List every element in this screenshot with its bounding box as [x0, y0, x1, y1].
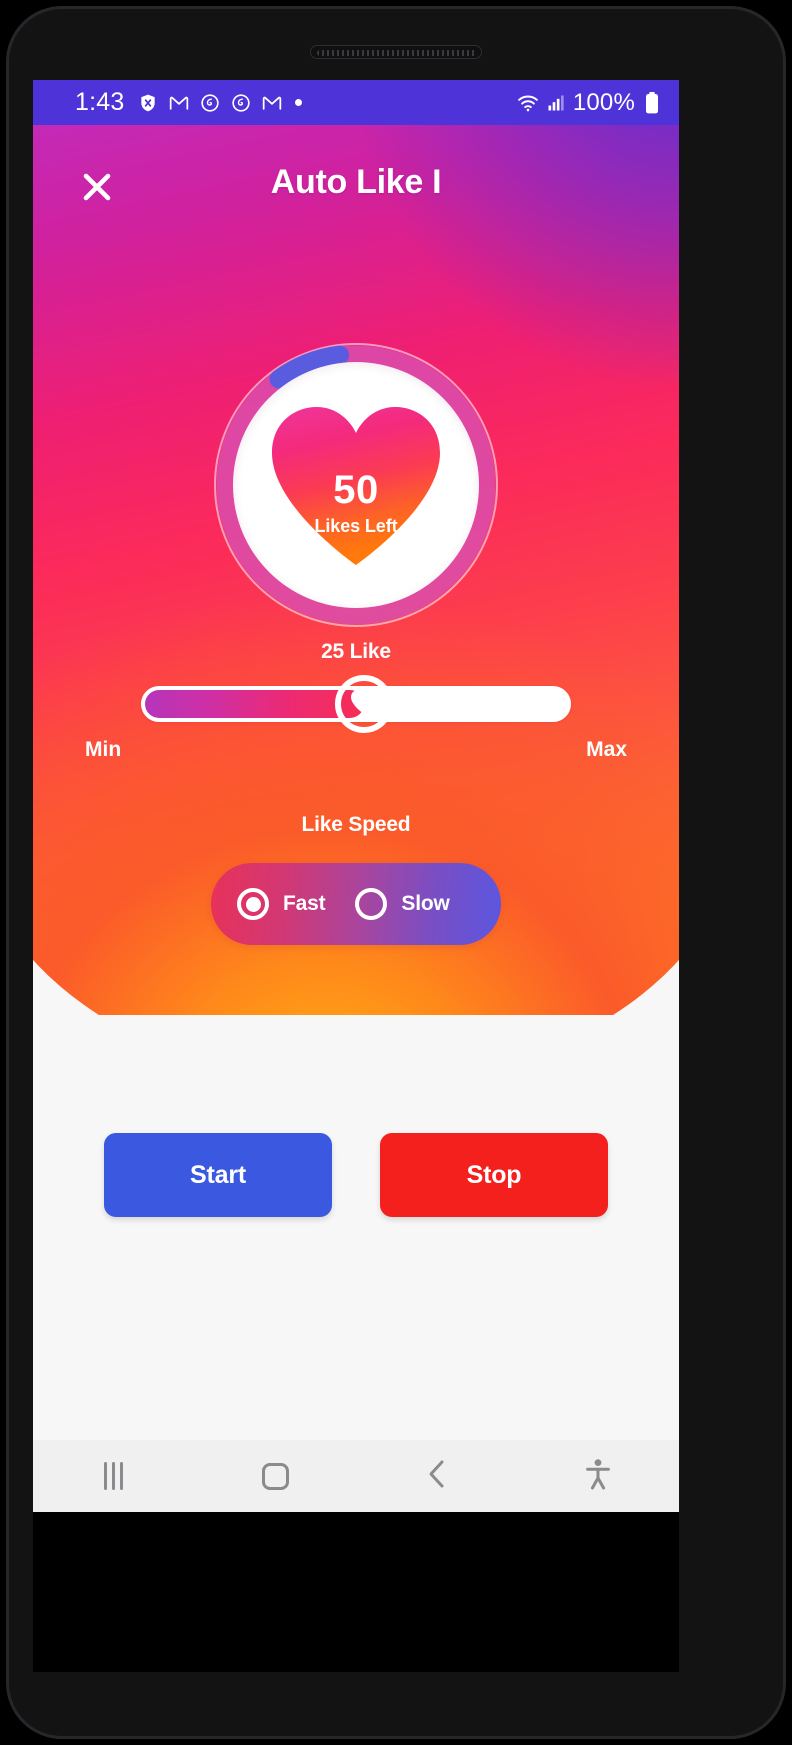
start-button[interactable]: Start [104, 1133, 332, 1217]
battery-icon [641, 91, 663, 114]
like-speed-block: Like Speed Fast Slow [33, 813, 679, 945]
back-icon [424, 1459, 450, 1494]
radio-option-slow[interactable]: Slow [355, 888, 450, 920]
status-bar: 1:43 100% [33, 80, 679, 125]
status-bar-left: 1:43 [75, 88, 303, 117]
slider-fill [145, 690, 365, 718]
like-amount-slider[interactable] [141, 675, 571, 733]
accessibility-icon [584, 1458, 612, 1495]
radio-selected-icon [237, 888, 269, 920]
heart-text-group: 50 Likes Left [268, 403, 444, 567]
page-title: Auto Like I [270, 163, 442, 201]
ring-inner-disc: 50 Likes Left [233, 362, 479, 608]
likes-progress-ring: 50 Likes Left [211, 340, 501, 630]
phone-screen: 1:43 100% Auto Like I 50 Likes Left 25 L… [33, 80, 679, 1512]
system-navigation-bar [33, 1440, 679, 1512]
radio-option-fast[interactable]: Fast [237, 888, 326, 920]
nav-accessibility-button[interactable] [518, 1458, 680, 1495]
like-amount-slider-block: 25 Like Min Max [33, 640, 679, 762]
slider-thumb[interactable] [335, 675, 394, 733]
status-bar-right: 100% [517, 89, 663, 117]
stop-button[interactable]: Stop [380, 1133, 608, 1217]
likes-count: 50 [333, 467, 379, 512]
heart-shape: 50 Likes Left [268, 403, 444, 567]
status-bar-clock: 1:43 [75, 88, 125, 116]
slider-max-label: Max [586, 738, 627, 761]
device-frame: 1:43 100% Auto Like I 50 Likes Left 25 L… [0, 0, 792, 1745]
app-bar: Auto Like I [33, 125, 679, 240]
nav-back-button[interactable] [356, 1459, 518, 1494]
clock-icon [230, 92, 252, 114]
like-speed-title: Like Speed [301, 813, 411, 836]
dot-icon [295, 99, 303, 106]
hero-gradient-panel: Auto Like I 50 Likes Left 25 Like Min Ma… [33, 125, 679, 1015]
shield-icon [137, 92, 159, 114]
gmail-icon [168, 92, 190, 114]
nav-home-button[interactable] [195, 1462, 357, 1490]
battery-percentage: 100% [572, 88, 635, 116]
likes-left-label: Likes Left [314, 515, 398, 536]
recents-icon [104, 1462, 124, 1490]
slider-endpoints: Min Max [85, 738, 627, 762]
like-speed-radio-group: Fast Slow [211, 863, 501, 945]
gmail-icon [261, 92, 283, 114]
slider-value-label: 25 Like [321, 640, 391, 663]
slider-min-label: Min [85, 738, 122, 761]
heart-icon [350, 689, 378, 720]
radio-label-slow: Slow [401, 892, 450, 915]
wifi-icon [517, 92, 539, 114]
cellular-signal-icon [545, 92, 567, 114]
radio-label-fast: Fast [283, 892, 326, 915]
device-bottom-chin [33, 1512, 679, 1672]
action-button-row: Start Stop [33, 1133, 679, 1217]
clock-icon [199, 92, 221, 114]
radio-unselected-icon [355, 888, 388, 920]
earpiece-speaker-grille [310, 45, 482, 59]
nav-recents-button[interactable] [33, 1462, 195, 1490]
home-icon [261, 1462, 289, 1490]
